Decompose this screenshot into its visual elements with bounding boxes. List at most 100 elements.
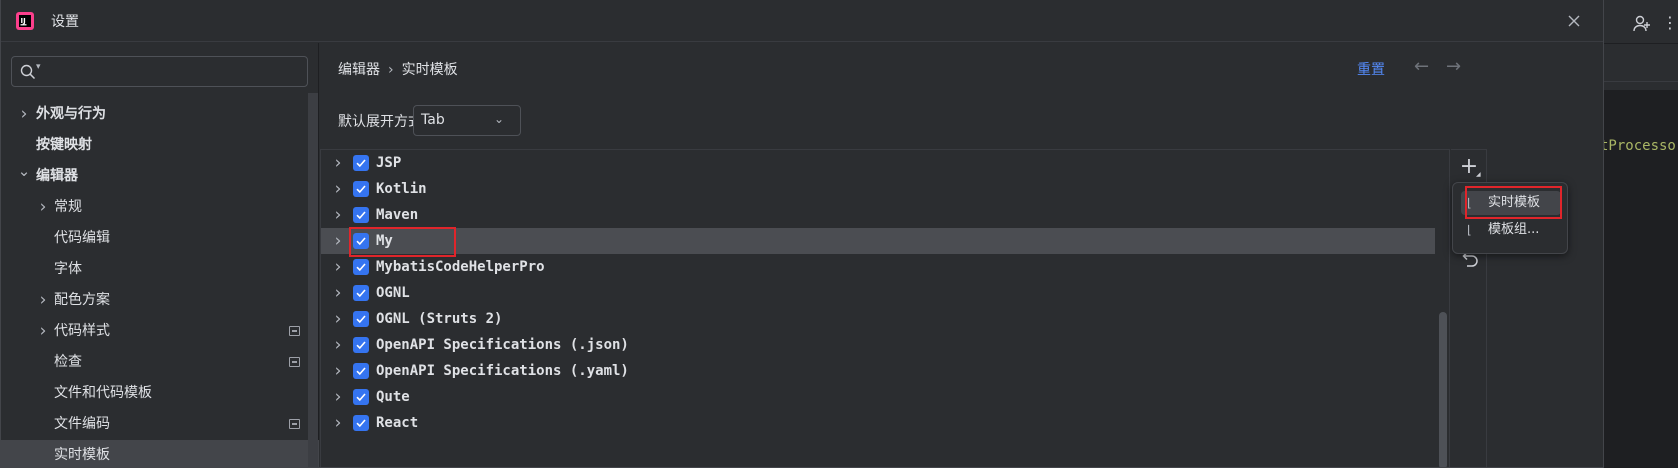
sidebar-item-label: 文件编码 xyxy=(54,416,110,432)
background-code-text: tProcessor xyxy=(1600,138,1678,154)
checkmark-icon xyxy=(356,367,366,376)
sidebar-item-label: 检查 xyxy=(54,354,82,370)
sidebar-item[interactable]: 文件编码 xyxy=(1,409,319,440)
menu-item-label: 实时模板 xyxy=(1488,195,1541,210)
live-templates-panel: 编辑器 › 实时模板 重置 ← → 默认展开方式 Tab ⌄ › JSP › Kotlin… xyxy=(320,43,1603,467)
close-button[interactable] xyxy=(1563,10,1585,32)
checkmark-icon xyxy=(356,341,366,350)
sidebar-item[interactable]: 实时模板 xyxy=(1,440,319,467)
template-group-checkbox[interactable] xyxy=(353,259,369,275)
chevron-right-icon[interactable]: › xyxy=(331,176,345,202)
chevron-right-icon[interactable]: › xyxy=(36,192,50,223)
expand-with-dropdown[interactable]: Tab ⌄ xyxy=(413,105,521,136)
chevron-right-icon[interactable]: › xyxy=(331,202,345,228)
checkmark-icon xyxy=(356,289,366,298)
title-bar[interactable]: IJ 设置 xyxy=(1,0,1603,42)
template-group-checkbox[interactable] xyxy=(353,233,369,249)
chevron-right-icon[interactable]: › xyxy=(331,254,345,280)
menu-item-live-template[interactable]: ⌊ 实时模板 xyxy=(1461,191,1561,215)
sidebar-item-label: 实时模板 xyxy=(54,447,110,463)
add-user-icon[interactable] xyxy=(1632,14,1652,34)
template-group-row[interactable]: › JSP xyxy=(321,150,1449,176)
template-group-name: OpenAPI Specifications (.json) xyxy=(376,337,629,353)
chevron-down-icon[interactable]: ⌄ xyxy=(17,156,31,187)
sidebar-item[interactable]: › 常规 xyxy=(1,192,319,223)
sidebar-item[interactable]: 代码编辑 xyxy=(1,223,319,254)
sidebar-item[interactable]: 字体 xyxy=(1,254,319,285)
settings-search-box[interactable]: ▾ xyxy=(11,56,308,87)
chevron-right-icon[interactable]: › xyxy=(36,285,50,316)
checkmark-icon xyxy=(356,263,366,272)
background-ide-window: ⋮ tProcessor xyxy=(1600,0,1678,468)
template-group-checkbox[interactable] xyxy=(353,311,369,327)
chevron-right-icon[interactable]: › xyxy=(36,316,50,347)
add-popup-menu: ⌊ 实时模板 ⌊ 模板组... xyxy=(1452,182,1568,254)
search-icon xyxy=(20,64,36,80)
template-group-row[interactable]: › OGNL xyxy=(321,280,1449,306)
chevron-right-icon[interactable]: › xyxy=(331,384,345,410)
checkmark-icon xyxy=(356,211,366,220)
back-arrow-icon[interactable]: ← xyxy=(1414,56,1429,77)
settings-dialog: IJ 设置 ▾ › 外观与行为 按键映射 ⌄ 编辑器 › 常规 代码编辑 字体 › 配色方案 › 代码样… xyxy=(0,0,1604,468)
chevron-right-icon[interactable]: › xyxy=(17,99,31,130)
template-group-row[interactable]: › OpenAPI Specifications (.json) xyxy=(321,332,1449,358)
menu-item-label: 模板组... xyxy=(1488,222,1540,237)
sidebar-item[interactable]: › 代码样式 xyxy=(1,316,319,347)
template-groups-list: › JSP › Kotlin › Maven › My › MybatisCodeHelperPr… xyxy=(320,149,1450,467)
settings-tree: › 外观与行为 按键映射 ⌄ 编辑器 › 常规 代码编辑 字体 › 配色方案 › 代码样式检查文件和代码… xyxy=(1,99,319,467)
template-group-row[interactable]: › OpenAPI Specifications (.yaml) xyxy=(321,358,1449,384)
chevron-right-icon[interactable]: › xyxy=(331,410,345,436)
intellij-app-icon: IJ xyxy=(16,12,34,30)
template-group-name: JSP xyxy=(376,155,402,171)
add-button[interactable]: + ◢ xyxy=(1455,154,1483,182)
more-icon[interactable]: ⋮ xyxy=(1662,13,1678,32)
template-group-checkbox[interactable] xyxy=(353,155,369,171)
template-group-row[interactable]: › OGNL (Struts 2) xyxy=(321,306,1449,332)
forward-arrow-icon[interactable]: → xyxy=(1446,56,1461,77)
dropdown-triangle-icon: ◢ xyxy=(1476,171,1481,178)
sidebar-scrollbar[interactable] xyxy=(308,93,318,467)
reset-link[interactable]: 重置 xyxy=(1357,59,1385,79)
chevron-right-icon[interactable]: › xyxy=(331,280,345,306)
chevron-right-icon[interactable]: › xyxy=(331,306,345,332)
breadcrumb-parent[interactable]: 编辑器 xyxy=(338,62,380,78)
breadcrumb-separator: › xyxy=(388,62,394,78)
sidebar-item[interactable]: › 外观与行为 xyxy=(1,99,319,130)
template-group-row[interactable]: › Maven xyxy=(321,202,1449,228)
template-group-row[interactable]: › MybatisCodeHelperPro xyxy=(321,254,1449,280)
template-group-row[interactable]: › Qute xyxy=(321,384,1449,410)
templates-scrollbar-thumb[interactable] xyxy=(1439,312,1447,467)
settings-sidebar: ▾ › 外观与行为 按键映射 ⌄ 编辑器 › 常规 代码编辑 字体 › 配色方案 › 代码样式检查文件和… xyxy=(1,43,319,467)
sidebar-item[interactable]: › 配色方案 xyxy=(1,285,319,316)
template-group-name: My xyxy=(376,233,393,249)
chevron-right-icon[interactable]: › xyxy=(331,332,345,358)
template-group-name: MybatisCodeHelperPro xyxy=(376,259,545,275)
template-group-checkbox[interactable] xyxy=(353,389,369,405)
template-group-name: Qute xyxy=(376,389,410,405)
chevron-down-icon: ⌄ xyxy=(494,112,505,126)
template-group-checkbox[interactable] xyxy=(353,363,369,379)
template-group-row[interactable]: › React xyxy=(321,410,1449,436)
template-group-checkbox[interactable] xyxy=(353,207,369,223)
project-scope-icon xyxy=(289,357,300,367)
chevron-right-icon[interactable]: › xyxy=(331,150,345,176)
sidebar-item[interactable]: 按键映射 xyxy=(1,130,319,161)
project-scope-icon xyxy=(289,419,300,429)
template-group-checkbox[interactable] xyxy=(353,337,369,353)
sidebar-item[interactable]: ⌄ 编辑器 xyxy=(1,161,319,192)
template-group-row[interactable]: › My xyxy=(321,228,1435,254)
template-group-checkbox[interactable] xyxy=(353,181,369,197)
sidebar-item[interactable]: 文件和代码模板 xyxy=(1,378,319,409)
chevron-right-icon[interactable]: › xyxy=(331,358,345,384)
sidebar-item[interactable]: 检查 xyxy=(1,347,319,378)
template-group-row[interactable]: › Kotlin xyxy=(321,176,1449,202)
template-icon: ⌊ xyxy=(1467,196,1472,210)
chevron-right-icon[interactable]: › xyxy=(331,228,345,254)
menu-item-template-group[interactable]: ⌊ 模板组... xyxy=(1461,218,1561,242)
search-options-caret-icon[interactable]: ▾ xyxy=(36,62,41,72)
project-scope-icon xyxy=(289,326,300,336)
template-group-checkbox[interactable] xyxy=(353,415,369,431)
settings-search-input[interactable] xyxy=(50,61,300,83)
template-group-name: React xyxy=(376,415,419,431)
template-group-checkbox[interactable] xyxy=(353,285,369,301)
